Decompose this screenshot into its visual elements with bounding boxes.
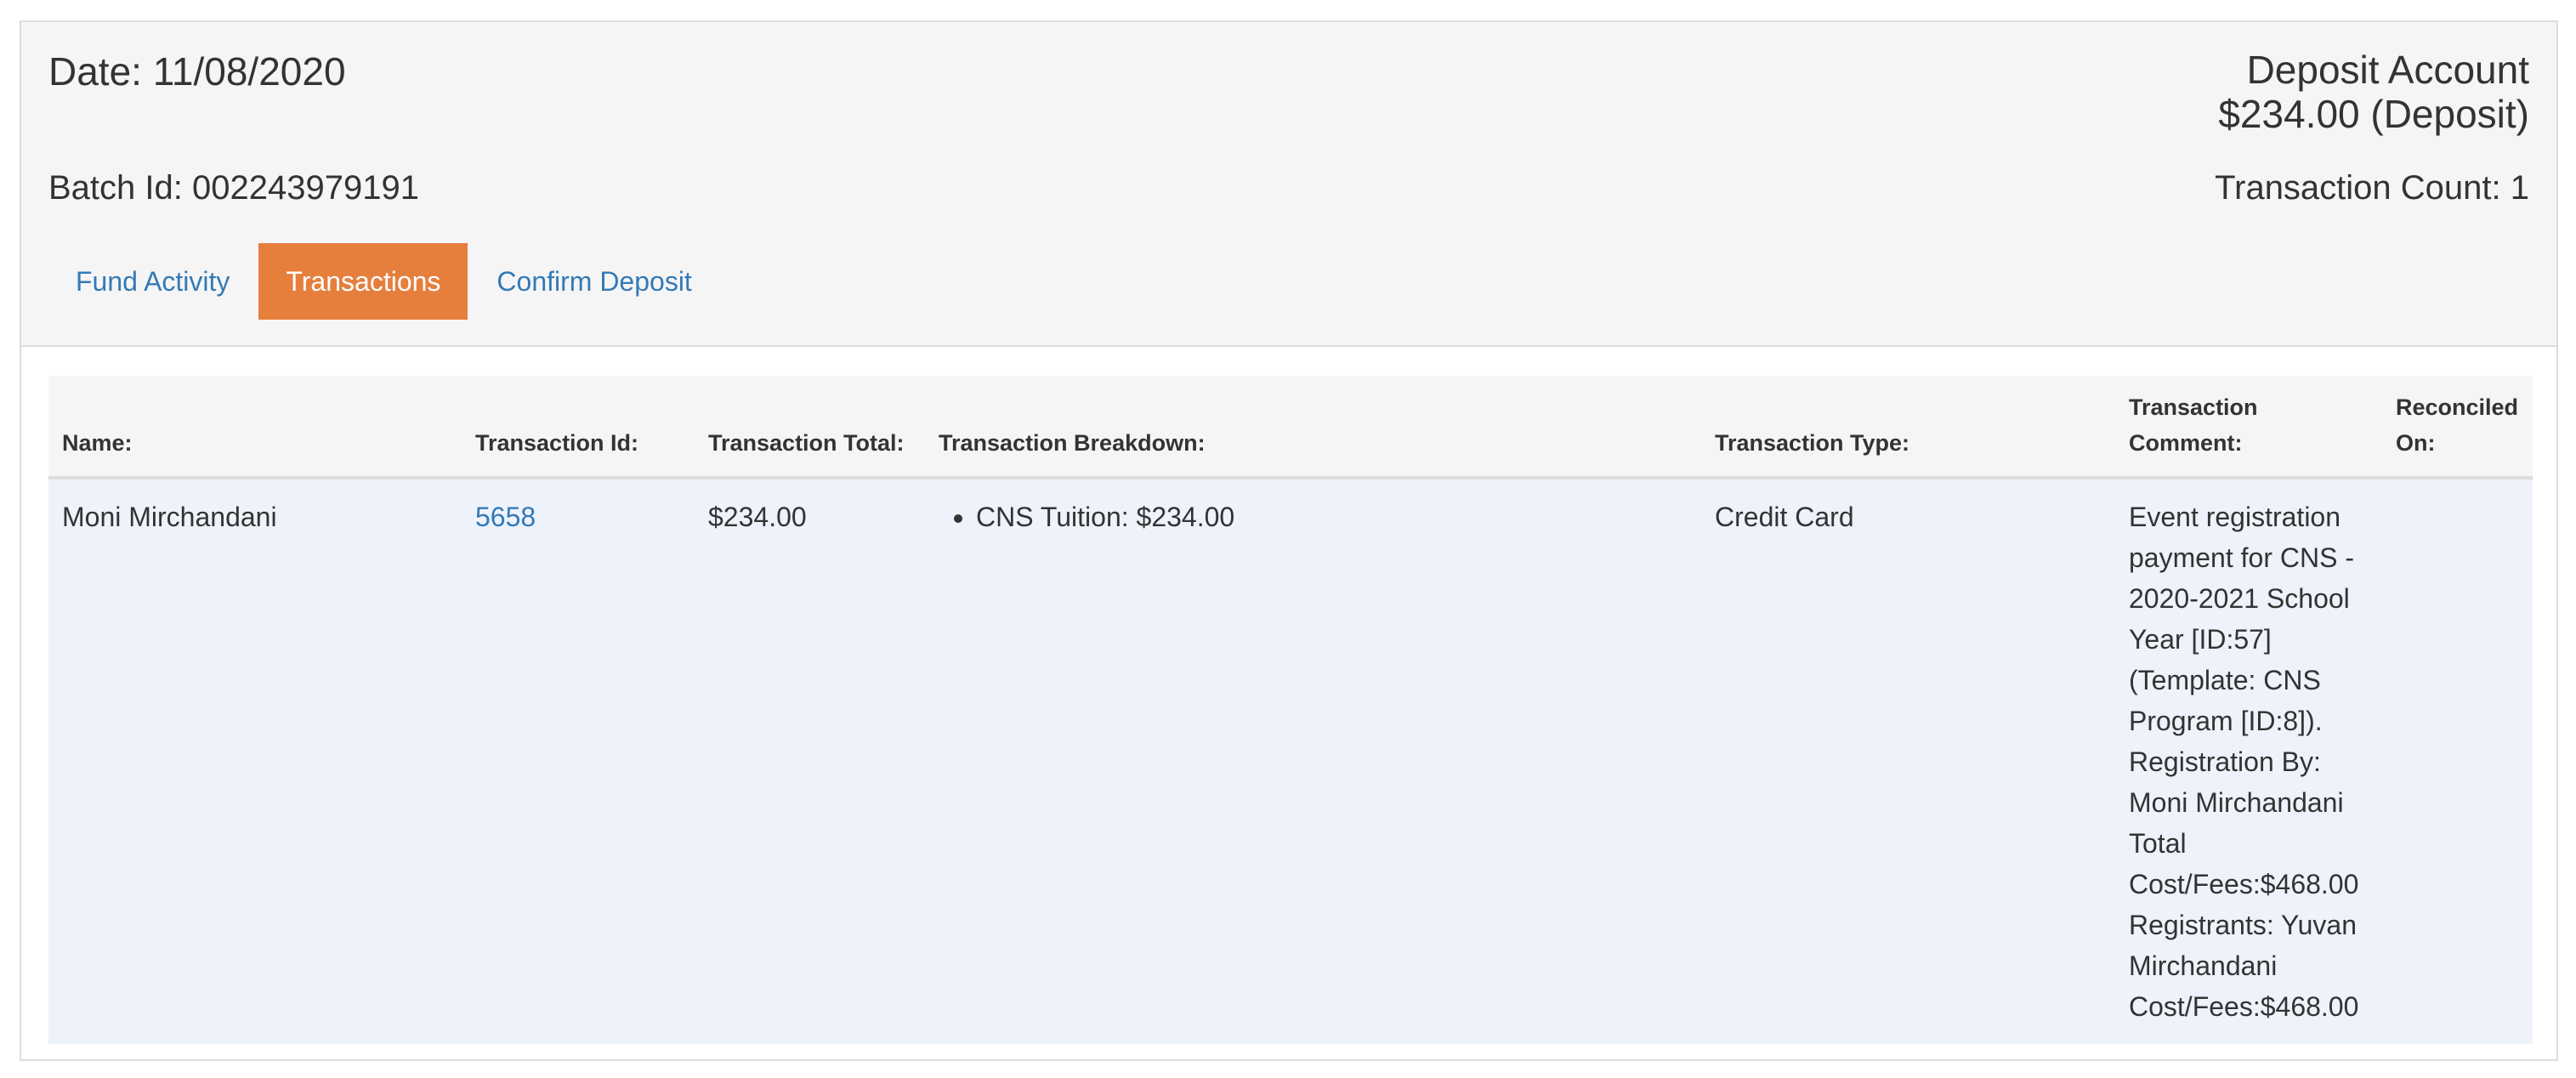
table-row: Moni Mirchandani 5658 $234.00 CNS Tuitio… — [48, 478, 2533, 1044]
deposit-account-summary: Deposit Account $234.00 (Deposit) — [2218, 48, 2529, 136]
panel-header: Date: 11/08/2020 Deposit Account $234.00… — [21, 22, 2556, 347]
batch-date: Date: 11/08/2020 — [48, 49, 346, 94]
column-header-reconciled[interactable]: Reconciled On: — [2382, 376, 2533, 479]
cell-transaction-id: 5658 — [462, 478, 695, 1044]
column-header-name[interactable]: Name: — [48, 376, 462, 479]
cell-reconciled-on — [2382, 478, 2533, 1044]
cell-transaction-type: Credit Card — [1715, 502, 1854, 532]
account-amount: $234.00 (Deposit) — [2218, 92, 2529, 136]
batch-panel: Date: 11/08/2020 Deposit Account $234.00… — [20, 20, 2558, 1061]
transactions-table: Name: Transaction Id: Transaction Total:… — [48, 376, 2533, 1044]
tab-transactions[interactable]: Transactions — [258, 243, 468, 320]
tab-confirm-deposit[interactable]: Confirm Deposit — [469, 243, 718, 320]
breakdown-item: CNS Tuition: $234.00 — [976, 496, 1688, 537]
transaction-id-link[interactable]: 5658 — [475, 502, 536, 532]
transaction-count: Transaction Count: 1 — [2215, 169, 2529, 207]
breakdown-list: CNS Tuition: $234.00 — [939, 496, 1688, 537]
cell-transaction-total: $234.00 — [708, 502, 807, 532]
cell-name: Moni Mirchandani — [62, 502, 277, 532]
account-name: Deposit Account — [2246, 48, 2529, 92]
column-header-breakdown[interactable]: Transaction Breakdown: — [925, 376, 1701, 479]
column-header-type[interactable]: Transaction Type: — [1701, 376, 2115, 479]
column-header-comment[interactable]: Transaction Comment: — [2115, 376, 2382, 479]
column-header-transaction-total[interactable]: Transaction Total: — [695, 376, 925, 479]
batch-id: Batch Id: 002243979191 — [48, 169, 419, 207]
table-header-row: Name: Transaction Id: Transaction Total:… — [48, 376, 2533, 479]
transactions-table-container: Name: Transaction Id: Transaction Total:… — [48, 376, 2533, 1044]
tab-bar: Fund Activity Transactions Confirm Depos… — [48, 243, 719, 320]
column-header-transaction-id[interactable]: Transaction Id: — [462, 376, 695, 479]
tab-fund-activity[interactable]: Fund Activity — [48, 243, 257, 320]
cell-breakdown: CNS Tuition: $234.00 — [925, 478, 1701, 1044]
cell-transaction-comment: Event registration payment for CNS - 202… — [2129, 502, 2359, 1022]
